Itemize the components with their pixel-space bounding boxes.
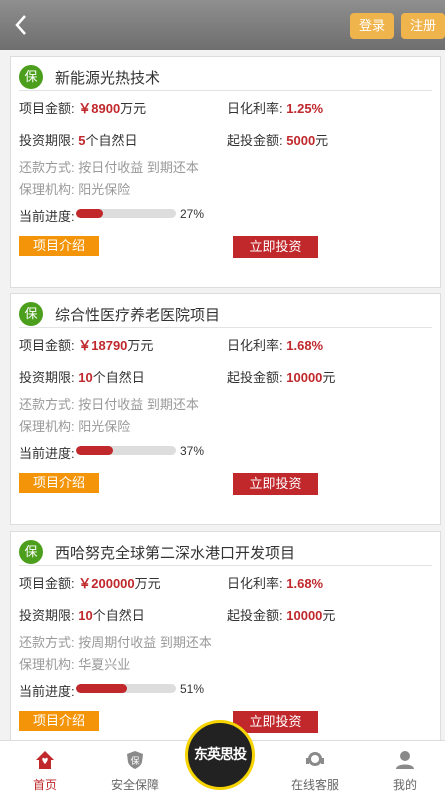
top-bar: 登录 注册 <box>0 0 445 50</box>
min-invest-row: 起投金额: 5000元 <box>227 133 329 148</box>
tab-service-label: 在线客服 <box>290 778 339 792</box>
tab-mine-label: 我的 <box>392 778 417 792</box>
invest-now-button[interactable]: 立即投资 <box>233 711 318 733</box>
project-card: 保 综合性医疗养老医院项目 项目金额: ￥18790万元 日化利率: 1.68%… <box>10 293 441 525</box>
shield-icon: 保 <box>125 750 145 770</box>
user-icon <box>395 750 415 770</box>
project-title: 西哈努克全球第二深水港口开发项目 <box>55 545 296 562</box>
guarantor-text: 保理机构: 华夏兴业 <box>19 657 131 672</box>
invest-now-button[interactable]: 立即投资 <box>233 236 318 258</box>
project-intro-button[interactable]: 项目介绍 <box>19 473 99 493</box>
guarantee-badge-icon: 保 <box>19 540 43 564</box>
tab-security[interactable]: 保 安全保障 <box>95 741 175 795</box>
project-intro-button[interactable]: 项目介绍 <box>19 711 99 731</box>
tab-home-label: 首页 <box>32 778 57 792</box>
repayment-text: 还款方式: 按日付收益 到期还本 <box>19 397 199 412</box>
term-row: 投资期限: 10个自然日 <box>19 370 145 385</box>
guarantor-text: 保理机构: 阳光保险 <box>19 182 131 197</box>
guarantor-text: 保理机构: 阳光保险 <box>19 419 131 434</box>
guarantee-badge-icon: 保 <box>19 65 43 89</box>
project-title-row: 保 西哈努克全球第二深水港口开发项目 <box>19 540 432 566</box>
project-card: 保 西哈努克全球第二深水港口开发项目 项目金额: ￥200000万元 日化利率:… <box>10 531 441 741</box>
amount-value: ￥18790 <box>78 338 128 353</box>
guarantee-badge-icon: 保 <box>19 302 43 326</box>
rate-row: 日化利率: 1.25% <box>227 101 324 116</box>
project-title: 综合性医疗养老医院项目 <box>55 307 221 324</box>
rate-row: 日化利率: 1.68% <box>227 576 324 591</box>
progress-percent: 27% <box>180 207 205 221</box>
min-invest-row: 起投金额: 10000元 <box>227 370 336 385</box>
progress-fill <box>76 209 103 218</box>
term-row: 投资期限: 5个自然日 <box>19 133 138 148</box>
home-icon <box>35 750 55 770</box>
chevron-left-icon[interactable] <box>10 10 34 40</box>
amount-value: ￥200000 <box>78 576 135 591</box>
rate-value: 1.68% <box>286 338 324 353</box>
repayment-text: 还款方式: 按周期付收益 到期还本 <box>19 635 212 650</box>
term-row: 投资期限: 10个自然日 <box>19 608 145 623</box>
rate-row: 日化利率: 1.68% <box>227 338 324 353</box>
svg-text:保: 保 <box>130 755 139 767</box>
center-logo-button[interactable]: 东英思投 <box>185 720 255 790</box>
tab-security-label: 安全保障 <box>110 778 159 792</box>
progress-label: 当前进度: <box>19 209 75 224</box>
amount-row: 项目金额: ￥200000万元 <box>19 576 161 591</box>
register-button[interactable]: 注册 <box>401 13 445 39</box>
login-button[interactable]: 登录 <box>350 13 394 39</box>
project-title-row: 保 新能源光热技术 <box>19 65 432 91</box>
progress-fill <box>76 446 113 455</box>
min-invest-row: 起投金额: 10000元 <box>227 608 336 623</box>
amount-value: ￥8900 <box>78 101 121 116</box>
progress-label: 当前进度: <box>19 446 75 461</box>
invest-now-button[interactable]: 立即投资 <box>233 473 318 495</box>
progress-label: 当前进度: <box>19 684 75 699</box>
progress-percent: 51% <box>180 682 205 696</box>
tab-online-service[interactable]: 在线客服 <box>275 741 355 795</box>
rate-value: 1.68% <box>286 576 324 591</box>
progress-percent: 37% <box>180 444 205 458</box>
amount-row: 项目金额: ￥18790万元 <box>19 338 154 353</box>
project-title: 新能源光热技术 <box>55 70 161 87</box>
progress-bar <box>76 446 176 455</box>
tab-mine[interactable]: 我的 <box>365 741 445 795</box>
project-title-row: 保 综合性医疗养老医院项目 <box>19 302 432 328</box>
project-card: 保 新能源光热技术 项目金额: ￥8900万元 日化利率: 1.25% 投资期限… <box>10 56 441 288</box>
repayment-text: 还款方式: 按日付收益 到期还本 <box>19 160 199 175</box>
progress-fill <box>76 684 127 693</box>
headset-icon <box>305 750 325 770</box>
tab-home[interactable]: 首页 <box>5 741 85 795</box>
rate-value: 1.25% <box>286 101 324 116</box>
project-intro-button[interactable]: 项目介绍 <box>19 236 99 256</box>
progress-bar <box>76 209 176 218</box>
amount-row: 项目金额: ￥8900万元 <box>19 101 147 116</box>
progress-bar <box>76 684 176 693</box>
